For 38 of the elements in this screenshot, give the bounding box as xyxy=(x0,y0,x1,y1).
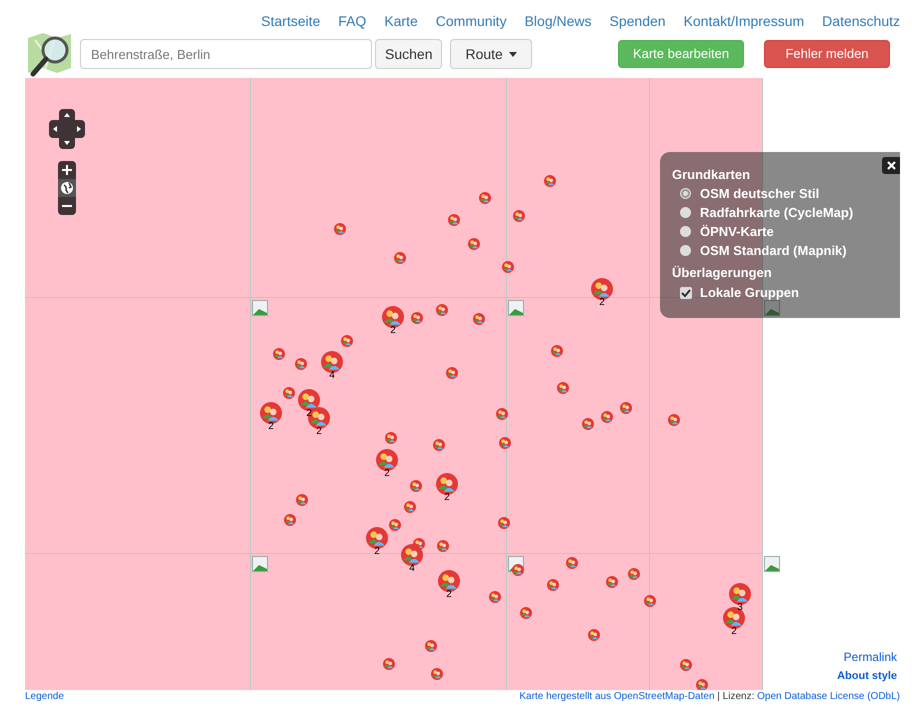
layer-label[interactable]: Lokale Gruppen xyxy=(700,283,799,303)
nav-link[interactable]: FAQ xyxy=(338,12,366,30)
cluster-count: 4 xyxy=(409,564,415,573)
layer-label[interactable]: OSM Standard (Mapnik) xyxy=(700,241,847,260)
nav-link[interactable]: Kontakt/Impressum xyxy=(684,12,804,30)
cluster-count: 2 xyxy=(390,326,396,335)
edit-button[interactable]: Karte bearbeiten xyxy=(618,40,744,68)
nav-link[interactable]: Spenden xyxy=(610,12,666,30)
license-link[interactable]: Open Database License (ODbL) xyxy=(757,691,900,702)
cluster-count: 2 xyxy=(446,590,452,599)
legend-link[interactable]: Legende xyxy=(25,690,64,704)
cluster-count: 4 xyxy=(329,371,335,380)
layer-label[interactable]: OSM deutscher Stil xyxy=(700,184,820,203)
cluster-count: 2 xyxy=(384,469,390,478)
cluster-count: 2 xyxy=(316,427,322,436)
section-heading: Grundkarten xyxy=(672,166,750,184)
nav-link[interactable]: Community xyxy=(436,12,507,30)
nav-link[interactable]: Startseite xyxy=(261,12,320,30)
cluster-count: 2 xyxy=(444,493,450,502)
permalink-link[interactable]: Permalink xyxy=(844,649,897,665)
report-button[interactable]: Fehler melden xyxy=(764,40,890,68)
section-heading: Überlagerungen xyxy=(672,264,772,282)
about-style-link[interactable]: About style xyxy=(837,668,897,684)
attribution-link[interactable]: Karte hergestellt aus OpenStreetMap-Daten xyxy=(519,691,715,702)
cluster-count: 2 xyxy=(306,409,312,418)
layer-label[interactable]: ÖPNV-Karte xyxy=(700,222,774,241)
nav-link[interactable]: Datenschutz xyxy=(822,12,900,30)
cluster-count: 2 xyxy=(599,298,605,307)
cluster-count: 2 xyxy=(268,422,274,431)
route-button[interactable]: Route xyxy=(450,39,532,69)
nav-link[interactable]: Blog/News xyxy=(524,12,592,30)
search-button[interactable]: Suchen xyxy=(375,39,442,69)
cluster-count: 2 xyxy=(374,547,380,556)
layer-label[interactable]: Radfahrkarte (CycleMap) xyxy=(700,203,854,222)
attribution-text: Karte hergestellt aus OpenStreetMap-Daten | Lizenz: Open Database License (ODbL) xyxy=(519,690,900,704)
nav-link[interactable]: Karte xyxy=(384,12,418,30)
search-field[interactable]: Behrenstraße, Berlin xyxy=(80,39,372,69)
cluster-count: 2 xyxy=(731,627,737,636)
